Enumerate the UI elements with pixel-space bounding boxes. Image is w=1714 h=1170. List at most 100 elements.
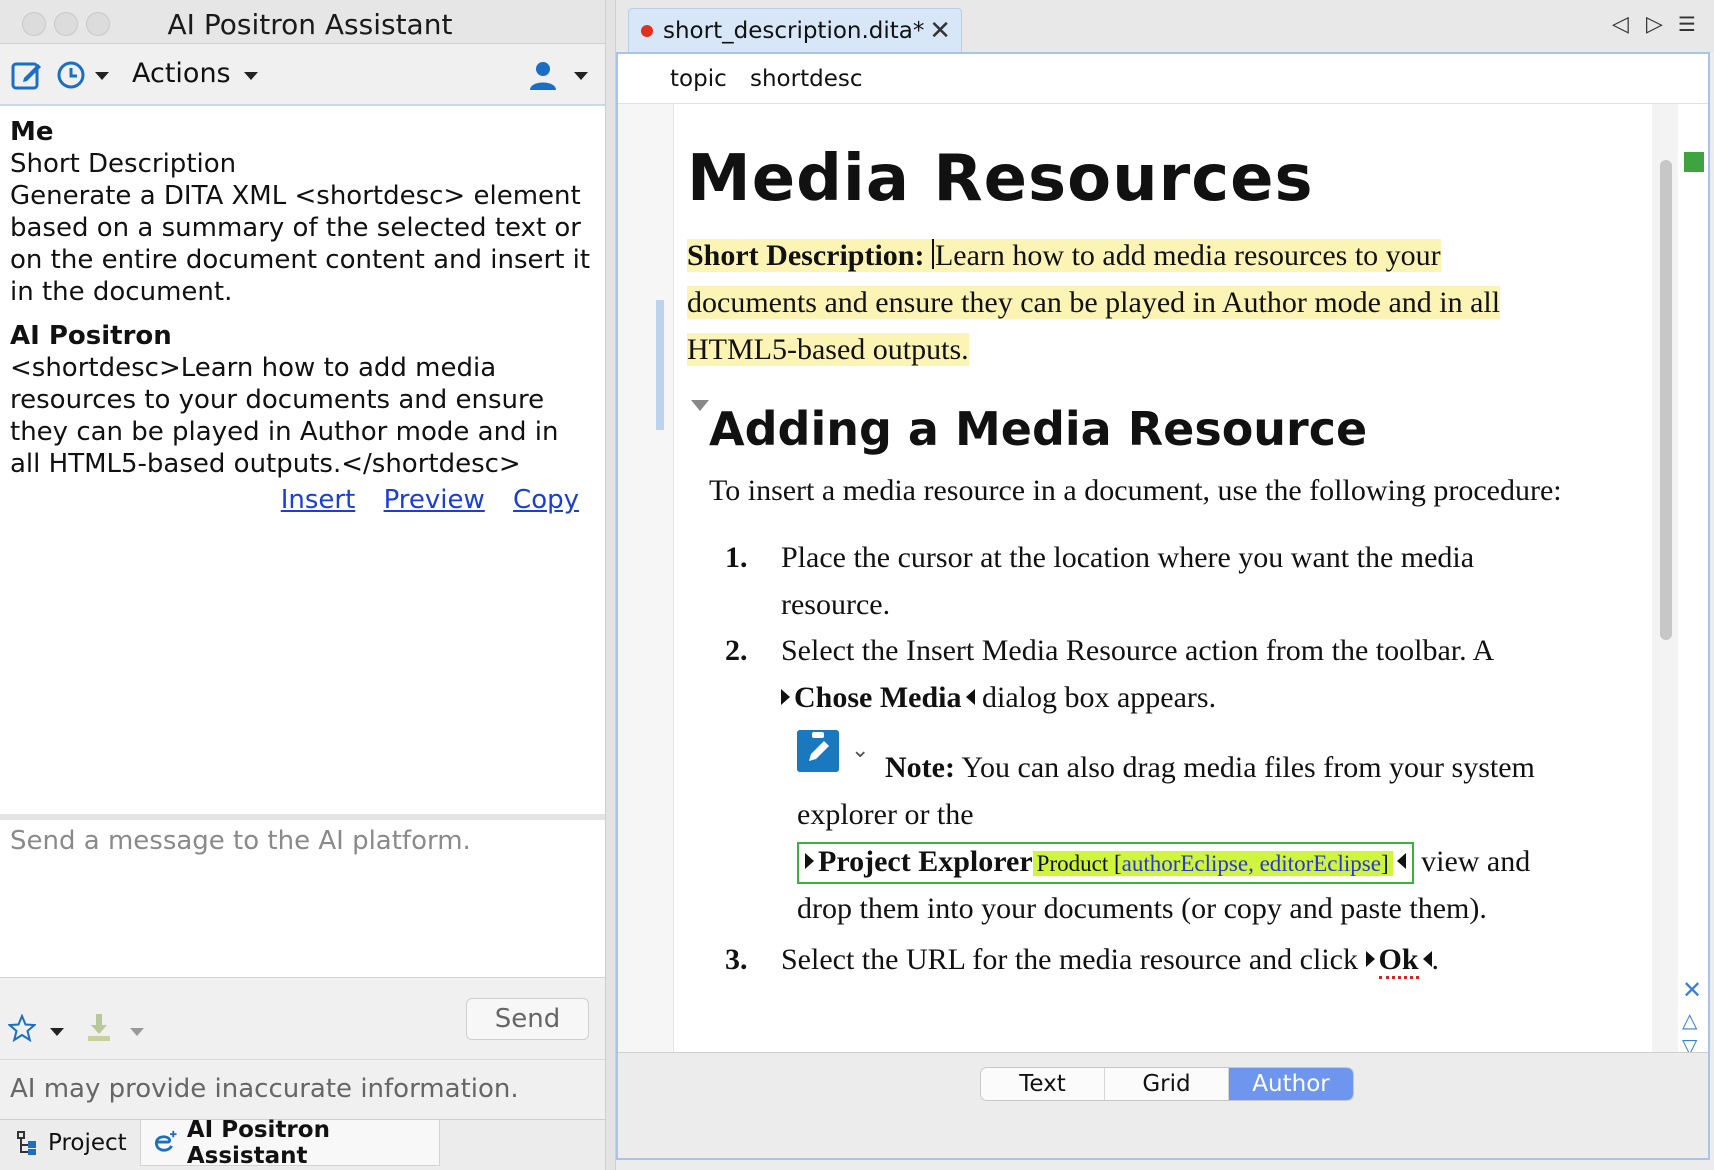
arrow-up-icon[interactable]: △: [1682, 1008, 1697, 1032]
list-item: 3. Select the URL for the media resource…: [725, 936, 1585, 986]
vertical-scrollbar[interactable]: [1652, 104, 1678, 1052]
user-icon[interactable]: [526, 58, 560, 92]
shortdesc-text: HTML5-based outputs.: [687, 333, 969, 366]
text-cursor: [931, 239, 934, 269]
shortdesc-element[interactable]: Short Description: Learn how to add medi…: [687, 232, 1517, 373]
chat-message-ai: AI Positron <shortdesc>Learn how to add …: [10, 320, 595, 516]
close-icon[interactable]: ✕: [1682, 976, 1702, 1004]
step-text: .: [1431, 943, 1440, 976]
scrollbar-thumb[interactable]: [1660, 160, 1672, 640]
message-sender: AI Positron: [10, 321, 172, 351]
step-text: resource.: [781, 588, 891, 621]
step-text: Place the cursor at the location where y…: [781, 541, 1475, 574]
editor-area: short_description.dita* ✕ ◁ ▷ ☰ topic sh…: [616, 0, 1714, 1170]
breadcrumb-item-topic[interactable]: topic: [670, 66, 727, 92]
collapse-toggle[interactable]: [691, 400, 709, 411]
uicontrol-end-marker: [965, 689, 975, 705]
note-text: view and: [1413, 845, 1531, 878]
note-text: You can also drag media files from your …: [954, 751, 1535, 784]
insert-link[interactable]: Insert: [281, 485, 356, 515]
step-text: Select the Insert Media Resource action …: [781, 634, 1495, 667]
note-text: drop them into your documents (or copy a…: [797, 892, 1487, 925]
change-marker: [656, 300, 664, 430]
overview-ruler: ✕ △ ▽: [1680, 104, 1708, 1058]
close-icon[interactable]: ✕: [929, 16, 951, 46]
document-status-icon[interactable]: [1684, 152, 1704, 172]
profiling-values: authorEclipse, editorEclipse: [1121, 851, 1381, 876]
note-element: Note: You can also drag media files from…: [797, 744, 1557, 932]
doc-title: Media Resources: [687, 142, 1314, 216]
tab-left-icon[interactable]: ◁: [1612, 12, 1629, 37]
history-icon[interactable]: [54, 58, 88, 92]
actions-dropdown-caret[interactable]: [244, 72, 258, 80]
uicontrol-end-marker: [1396, 853, 1406, 869]
profiling-attribute: Product [authorEclipse, editorEclipse]: [1032, 851, 1393, 876]
project-icon: [17, 1131, 36, 1155]
message-input[interactable]: [0, 820, 605, 978]
tab-right-icon[interactable]: ▷: [1646, 12, 1663, 37]
section-title: Adding a Media Resource: [709, 402, 1368, 456]
editor-gutter: [618, 104, 674, 1052]
uicontrol-start-marker: [805, 853, 814, 869]
shortdesc-text: documents and ensure they can be played …: [687, 286, 1501, 319]
message-text: <shortdesc>Learn how to add media resour…: [10, 353, 567, 479]
copy-link[interactable]: Copy: [513, 485, 579, 515]
panel-titlebar: AI Positron Assistant: [0, 0, 605, 44]
tab-label: Project: [48, 1130, 127, 1156]
preview-link[interactable]: Preview: [384, 485, 485, 515]
tab-list-icon[interactable]: ☰: [1678, 12, 1696, 36]
ai-positron-icon: [154, 1130, 177, 1152]
uicontrol-start-marker: [781, 689, 790, 705]
breadcrumb-item-shortdesc[interactable]: shortdesc: [750, 66, 862, 92]
favorites-dropdown-caret[interactable]: [50, 1028, 64, 1036]
mode-switcher: Text Grid Author: [980, 1067, 1354, 1101]
response-actions: Insert Preview Copy: [10, 484, 595, 516]
note-text: explorer or the: [797, 798, 974, 831]
user-dropdown-caret[interactable]: [574, 72, 588, 80]
chat-message-me: Me Short Description Generate a DITA XML…: [10, 116, 595, 308]
mode-tab-grid[interactable]: Grid: [1105, 1068, 1229, 1100]
send-row: Send: [0, 978, 605, 1060]
list-item: 2. Select the Insert Media Resource acti…: [725, 627, 1525, 727]
uicontrol-start-marker: [1365, 951, 1375, 967]
step-text: Select the URL for the media resource an…: [781, 943, 1366, 976]
ai-disclaimer: AI may provide inaccurate information.: [0, 1060, 605, 1120]
editor-mode-bar: Text Grid Author: [618, 1052, 1708, 1158]
step-number: 1.: [725, 541, 748, 574]
tab-project[interactable]: Project: [16, 1120, 136, 1166]
shortdesc-text: Learn how to add media resources to your: [934, 239, 1441, 272]
profiling-close: ]: [1380, 851, 1389, 876]
tab-ai-assistant[interactable]: AI Positron Assistant: [140, 1116, 440, 1169]
message-sender: Me: [10, 117, 54, 147]
download-icon[interactable]: [86, 1012, 112, 1042]
tab-title: short_description.dita*: [663, 17, 925, 44]
step-number: 3.: [725, 943, 748, 976]
message-text: Short Description Generate a DITA XML <s…: [10, 149, 591, 307]
editor-tabbar: short_description.dita* ✕ ◁ ▷ ☰: [616, 0, 1714, 52]
panel-splitter[interactable]: [605, 0, 616, 1170]
ai-assistant-panel: AI Positron Assistant Actions Me Short D…: [0, 0, 605, 1170]
author-editor: topic shortdesc Media Resources Short De…: [616, 52, 1710, 1160]
history-dropdown-caret[interactable]: [95, 72, 109, 80]
mode-tab-text[interactable]: Text: [981, 1068, 1105, 1100]
mode-tab-author[interactable]: Author: [1229, 1068, 1353, 1100]
download-dropdown-caret[interactable]: [130, 1028, 144, 1036]
document-content[interactable]: Media Resources Short Description: Learn…: [675, 104, 1652, 1052]
note-label: Note:: [885, 751, 955, 784]
actions-menu[interactable]: Actions: [132, 58, 231, 89]
step-text: dialog box appears.: [974, 681, 1217, 714]
uicontrol-text: Chose Media: [794, 681, 962, 714]
assistant-toolbar: Actions: [0, 44, 605, 106]
step-number: 2.: [725, 634, 748, 667]
editor-tab[interactable]: short_description.dita* ✕: [628, 8, 962, 52]
section-intro: To insert a media resource in a document…: [709, 474, 1562, 507]
edit-icon[interactable]: [10, 58, 44, 92]
modified-indicator: [641, 24, 653, 37]
list-item: 1. Place the cursor at the location wher…: [725, 534, 1525, 634]
uicontrol-end-marker: [1422, 951, 1432, 967]
send-button[interactable]: Send: [466, 998, 589, 1040]
profiled-uicontrol[interactable]: Project Explorer Product [authorEclipse, …: [797, 842, 1414, 884]
tab-label: AI Positron Assistant: [186, 1116, 330, 1169]
profiling-label: Product [: [1036, 851, 1122, 876]
star-icon[interactable]: [8, 1014, 36, 1042]
